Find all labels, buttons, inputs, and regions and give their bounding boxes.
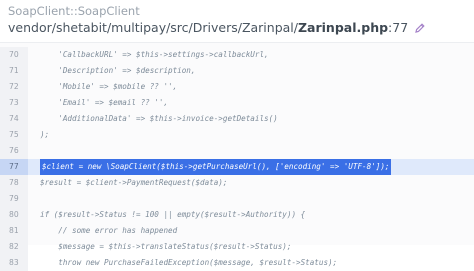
code-text: 'Description' => $description, — [40, 66, 196, 75]
code-line: 82 $message = $this->translateStatus($re… — [0, 239, 474, 255]
line-number[interactable]: 70 — [0, 47, 28, 63]
code-text: 'AdditionalData' => $this->invoice->getD… — [40, 114, 278, 123]
code-line: 83 throw new PurchaseFailedException($me… — [0, 255, 474, 271]
line-number[interactable]: 82 — [0, 239, 28, 255]
code-line: 73 'Email' => $email ?? '', — [0, 95, 474, 111]
code-line: 71 'Description' => $description, — [0, 63, 474, 79]
code-text: if ($result->Status != 100 || empty($res… — [40, 210, 306, 219]
line-number[interactable]: 72 — [0, 79, 28, 95]
line-number[interactable]: 80 — [0, 207, 28, 223]
line-number-suffix: :77 — [388, 20, 409, 35]
code-text: 'Mobile' => $mobile ?? '', — [40, 82, 178, 91]
code-text: ); — [40, 130, 50, 139]
code-line: 79 — [0, 191, 474, 207]
code-line-highlighted: 77 $client = new \SoapClient($this->getPu… — [0, 159, 474, 175]
code-line: 81 // some error has happened — [0, 223, 474, 239]
line-number[interactable]: 74 — [0, 111, 28, 127]
code-text: $message = $this->translateStatus($resul… — [40, 242, 292, 251]
code-line: 76 — [0, 143, 474, 159]
file-path[interactable]: vendor/shetabit/multipay/src/Drivers/Zar… — [8, 20, 426, 35]
line-number[interactable]: 73 — [0, 95, 28, 111]
code-text: 'CallbackURL' => $this->settings->callba… — [40, 50, 269, 59]
code-text: // some error has happened — [40, 226, 178, 235]
code-text: $result = $client->PaymentRequest($data)… — [40, 178, 228, 187]
exception-class: SoapClient::SoapClient — [8, 4, 140, 18]
line-number[interactable]: 78 — [0, 175, 28, 191]
code-text: throw new PurchaseFailedException($messa… — [40, 258, 338, 267]
code-text-highlighted: $client = new \SoapClient($this->getPurc… — [40, 159, 392, 175]
line-number[interactable]: 77 — [0, 159, 28, 175]
file-directory: vendor/shetabit/multipay/src/Drivers/Zar… — [8, 20, 298, 35]
code-line: 70 'CallbackURL' => $this->settings->cal… — [0, 47, 474, 63]
code-text: 'Email' => $email ?? '', — [40, 98, 169, 107]
code-snippet: 70 'CallbackURL' => $this->settings->cal… — [0, 42, 474, 271]
pencil-icon[interactable] — [414, 22, 426, 34]
line-number[interactable]: 81 — [0, 223, 28, 239]
code-line: 80 if ($result->Status != 100 || empty($r… — [0, 207, 474, 223]
line-number[interactable]: 83 — [0, 255, 28, 271]
line-number[interactable]: 75 — [0, 127, 28, 143]
file-name: Zarinpal.php — [297, 20, 389, 35]
line-number[interactable]: 79 — [0, 191, 28, 207]
code-line: 78 $result = $client->PaymentRequest($dat… — [0, 175, 474, 191]
code-line: 72 'Mobile' => $mobile ?? '', — [0, 79, 474, 95]
code-line: 74 'AdditionalData' => $this->invoice->g… — [0, 111, 474, 127]
line-number[interactable]: 76 — [0, 143, 28, 159]
code-line: 75); — [0, 127, 474, 143]
frame-header: SoapClient::SoapClient vendor/shetabit/m… — [0, 0, 474, 42]
line-number[interactable]: 71 — [0, 63, 28, 79]
